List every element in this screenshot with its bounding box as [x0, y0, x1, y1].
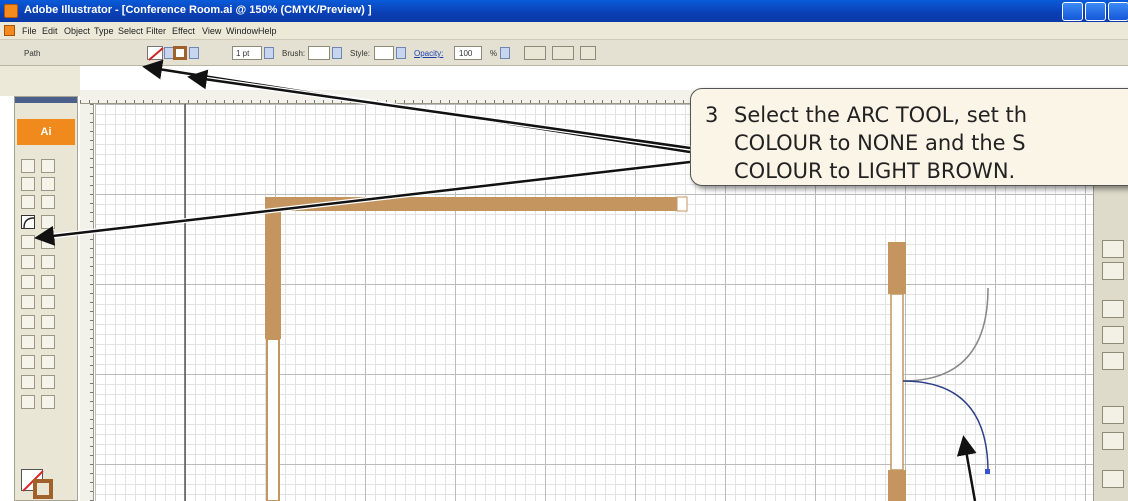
- arrow-to-arc-tool: [34, 159, 691, 246]
- annotation-arrows: [34, 59, 978, 501]
- arrow-to-stroke-swatch: [187, 69, 691, 151]
- arrow-to-arc-shape: [956, 435, 978, 501]
